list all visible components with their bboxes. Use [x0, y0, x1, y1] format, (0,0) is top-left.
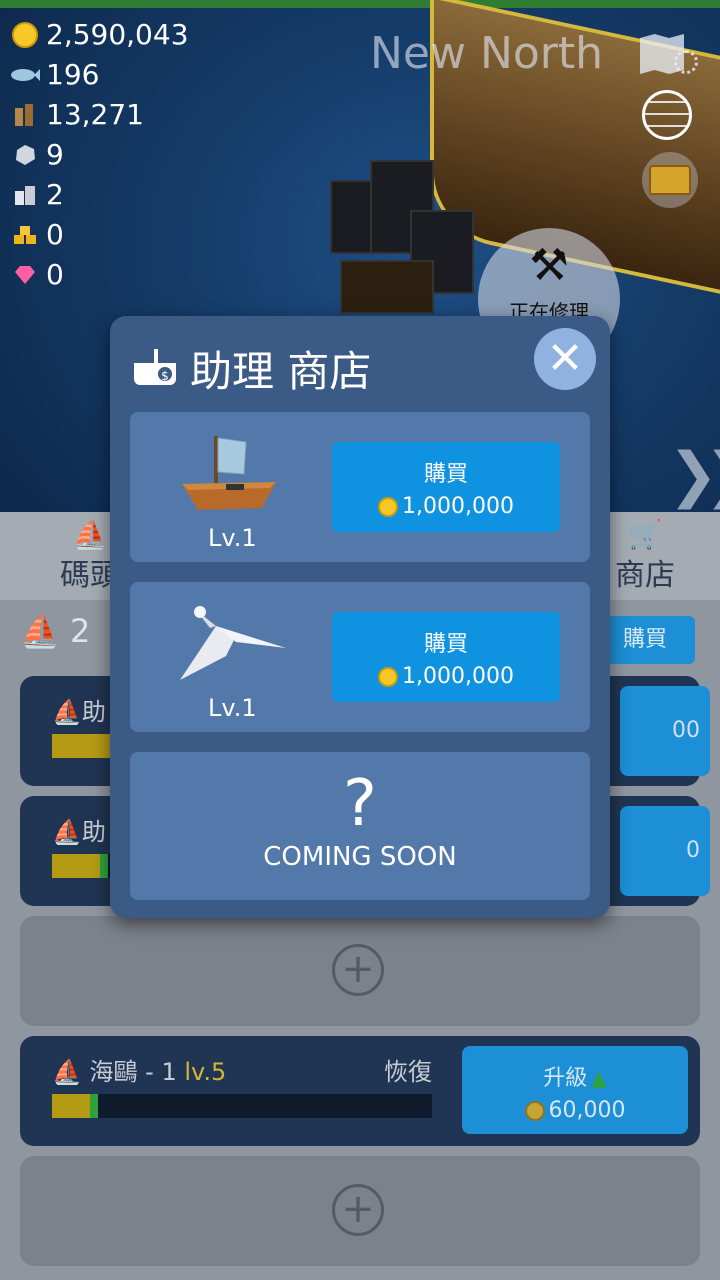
- fleet-count: 2: [70, 612, 91, 650]
- gold-value: 2,590,043: [46, 18, 189, 51]
- assistant-name-text: 助: [81, 818, 106, 846]
- wrench-hammer-icon: ⚒: [529, 240, 569, 291]
- ore-value: 9: [46, 138, 64, 171]
- assistant-name: ⛵助: [52, 692, 106, 727]
- wood-icon: [10, 100, 40, 130]
- coin-icon: [378, 496, 399, 517]
- ore-resource: 9: [10, 138, 64, 171]
- price: 1,000,000: [332, 664, 560, 689]
- gold-coin-icon: [10, 20, 40, 50]
- seagull-card[interactable]: ⛵ 海鷗 - 1 lv.5 恢復 升級 ▲ 60,000: [20, 1036, 700, 1146]
- building-resource: 2: [10, 178, 64, 211]
- wood-value: 13,271: [46, 98, 144, 131]
- upgrade-label: 升級 ▲: [543, 1066, 607, 1091]
- gold-bar-value: 0: [46, 218, 64, 251]
- item-level: Lv.1: [208, 694, 257, 722]
- seagull-upgrade-button[interactable]: 升級 ▲ 60,000: [462, 1046, 688, 1134]
- seagull-icon: [176, 598, 286, 688]
- upgrade-button[interactable]: 0: [620, 806, 710, 896]
- seagull-progress-tip: [89, 1094, 98, 1118]
- buy-button-small[interactable]: 購買: [595, 616, 695, 664]
- building-icon: [10, 180, 40, 210]
- buy-boat-button[interactable]: 購買 1,000,000: [332, 442, 560, 532]
- modal-title: $ 助理 商店: [134, 338, 371, 399]
- ship-wheel-icon[interactable]: [674, 50, 698, 74]
- add-icon[interactable]: +: [332, 1184, 384, 1236]
- seagull-level: lv.5: [184, 1058, 227, 1086]
- empty-slot-2[interactable]: +: [20, 1156, 700, 1266]
- gold-bar-resource: 0: [10, 218, 64, 251]
- coin-icon: [524, 1100, 545, 1121]
- pirate-ship-graphic[interactable]: [310, 150, 480, 330]
- boat-icon: [176, 428, 286, 518]
- fish-icon: [10, 60, 40, 90]
- fish-resource: 196: [10, 58, 99, 91]
- fleet-icon: ⛵: [20, 612, 60, 650]
- gold-resource: 2,590,043: [10, 18, 189, 51]
- upgrade-button[interactable]: 00: [620, 686, 710, 776]
- region-name: New North: [370, 28, 604, 79]
- item-level: Lv.1: [208, 524, 257, 552]
- question-mark-icon: ?: [343, 767, 377, 841]
- fleet-summary: ⛵ 2: [20, 612, 90, 650]
- ore-icon: [10, 140, 40, 170]
- building-value: 2: [46, 178, 64, 211]
- upgrade-cost: 0: [686, 838, 700, 863]
- empty-slot-1[interactable]: +: [20, 916, 700, 1026]
- shop-item-boat: Lv.1 購買 1,000,000: [130, 412, 590, 562]
- next-chevron-icon[interactable]: ❯❯: [668, 440, 720, 510]
- coming-soon-card: ? COMING SOON: [130, 752, 590, 900]
- fish-value: 196: [46, 58, 100, 91]
- assistant-name: ⛵助: [52, 812, 106, 847]
- seagull-progress-bar: [52, 1094, 432, 1118]
- buy-seagull-button[interactable]: 購買 1,000,000: [332, 612, 560, 702]
- shop-item-seagull: Lv.1 購買 1,000,000: [130, 582, 590, 732]
- shop-basket-icon: $: [134, 348, 176, 389]
- close-button[interactable]: ✕: [534, 328, 596, 390]
- coin-icon: [378, 666, 399, 687]
- boat-icon: ⛵: [52, 698, 82, 726]
- assistant-name-text: 助: [81, 698, 106, 726]
- gem-resource: 0: [10, 258, 64, 291]
- boat-icon: ⛵: [52, 1058, 82, 1086]
- globe-icon[interactable]: [642, 90, 692, 140]
- seagull-status: 恢復: [384, 1058, 432, 1086]
- treasure-chest-icon[interactable]: [642, 152, 698, 208]
- assistant-shop-modal: $ 助理 商店 ✕ Lv.1 購買 1,000,000 Lv.1 購買 1,00…: [110, 316, 610, 918]
- wood-resource: 13,271: [10, 98, 144, 131]
- upgrade-cost: 60,000: [462, 1098, 688, 1123]
- seagull-name: ⛵ 海鷗 - 1 lv.5: [52, 1052, 226, 1087]
- seagull-name-text: 海鷗 - 1: [89, 1058, 177, 1086]
- upgrade-cost: 00: [672, 718, 700, 743]
- add-icon[interactable]: +: [332, 944, 384, 996]
- buy-label: 購買: [423, 632, 468, 657]
- gem-value: 0: [46, 258, 64, 291]
- buy-label: 購買: [423, 462, 468, 487]
- gem-icon: [10, 260, 40, 290]
- price: 1,000,000: [332, 494, 560, 519]
- gold-bar-icon: [10, 220, 40, 250]
- top-progress-bar: [0, 0, 720, 8]
- coming-soon-label: COMING SOON: [263, 842, 457, 872]
- up-arrow-icon: ▲: [591, 1066, 607, 1090]
- modal-title-text: 助理 商店: [190, 347, 372, 396]
- seagull-progress-fill: [52, 1094, 90, 1118]
- boat-icon: ⛵: [52, 818, 82, 846]
